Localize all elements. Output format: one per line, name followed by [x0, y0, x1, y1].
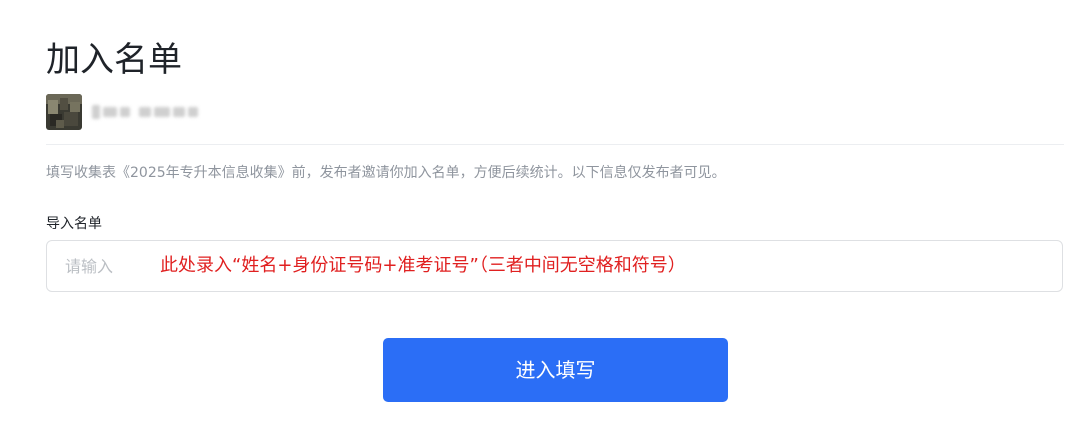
masked-text-block [188, 107, 198, 117]
input-placeholder: 请输入 [65, 257, 114, 276]
red-annotation-note: 此处录入“姓名+身份证号码+准考证号”（三者中间无空格和符号） [160, 255, 686, 276]
masked-text-block [139, 107, 151, 117]
import-list-label: 导入名单 [46, 216, 102, 232]
masked-text-block [103, 107, 117, 117]
publisher-name-masked [92, 104, 198, 120]
publisher-info [46, 94, 198, 130]
avatar-image [46, 94, 82, 130]
divider [46, 144, 1064, 145]
page-title: 加入名单 [46, 40, 182, 80]
masked-text-block [173, 107, 185, 117]
form-description: 填写收集表《2025年专升本信息收集》前，发布者邀请你加入名单，方便后续统计。以… [46, 165, 726, 181]
masked-text-block [120, 107, 130, 117]
masked-text-block [154, 107, 170, 117]
enter-fill-button[interactable]: 进入填写 [383, 338, 728, 402]
avatar [46, 94, 82, 130]
masked-text-block [92, 105, 100, 119]
